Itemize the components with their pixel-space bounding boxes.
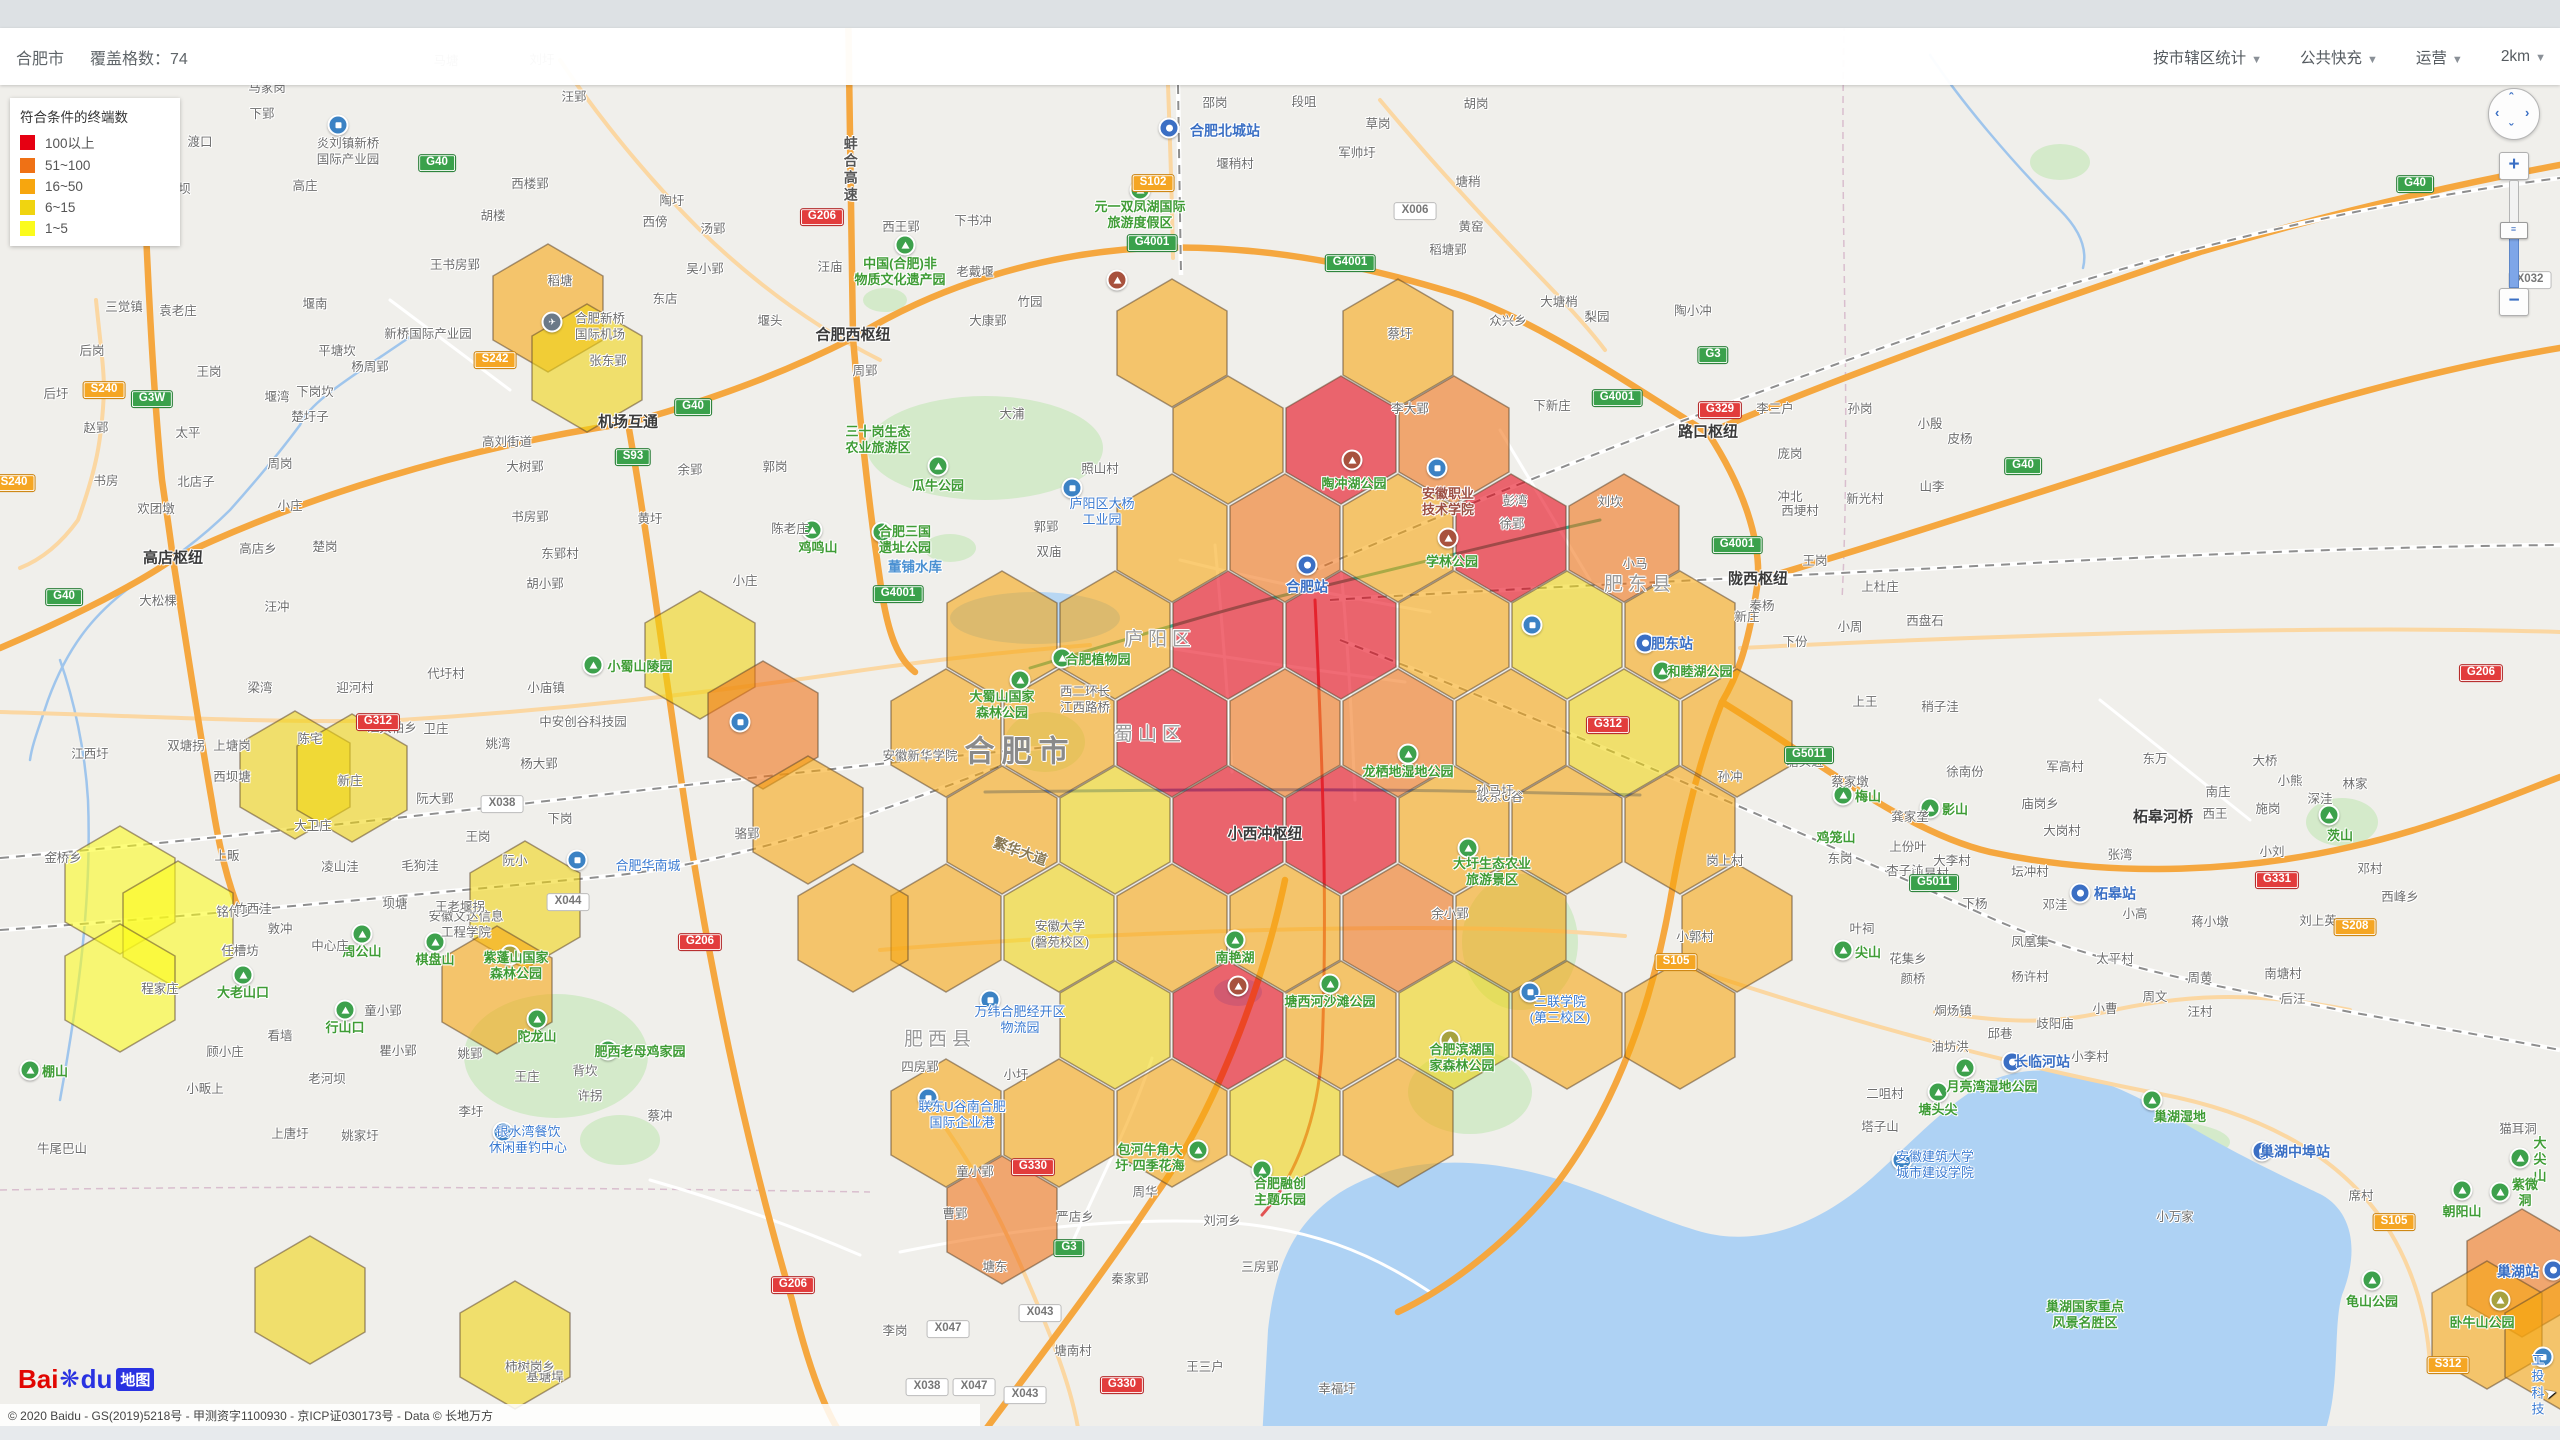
chevron-down-icon: ▼ xyxy=(2452,54,2463,66)
toolbar-menu-3[interactable]: 2km ▼ xyxy=(2501,48,2546,66)
window-bottom-strip xyxy=(0,1426,2560,1440)
menu-label: 2km xyxy=(2501,48,2530,65)
pan-left-icon[interactable]: ‹ xyxy=(2495,105,2499,120)
copyright-bar: © 2020 Baidu - GS(2019)5218号 - 甲测资字11009… xyxy=(0,1404,980,1426)
chevron-down-icon: ▼ xyxy=(2367,54,2378,66)
park-area[interactable] xyxy=(867,396,1103,500)
map-canvas[interactable] xyxy=(0,0,2560,1440)
zoom-in-button[interactable]: + xyxy=(2499,152,2529,180)
window-top-strip xyxy=(0,0,2560,28)
legend-item-0: 100以上 xyxy=(20,132,170,152)
legend-swatch xyxy=(20,179,35,194)
legend-swatch xyxy=(20,200,35,215)
toolbar-menu-1[interactable]: 公共快充 ▼ xyxy=(2300,46,2378,68)
toolbar-menus: 按市辖区统计 ▼ 公共快充 ▼ 运营 ▼ 2km ▼ xyxy=(2153,28,2546,85)
chevron-down-icon: ▼ xyxy=(2251,54,2262,66)
legend-swatch xyxy=(20,158,35,173)
legend-rows: 100以上 51~100 16~50 6~15 1~5 xyxy=(20,132,170,236)
legend-swatch xyxy=(20,221,35,236)
baidu-logo[interactable]: Bai ❋ du 地图 xyxy=(18,1364,154,1395)
pan-up-icon[interactable]: ˆ xyxy=(2509,90,2513,105)
legend-swatch xyxy=(20,135,35,150)
zoom-slider-fill xyxy=(2509,232,2519,288)
coverage-value: 74 xyxy=(170,51,188,68)
legend-label: 1~5 xyxy=(45,221,68,236)
legend-item-3: 6~15 xyxy=(20,200,170,215)
toolbar-menu-2[interactable]: 运营 ▼ xyxy=(2416,46,2463,68)
legend-label: 16~50 xyxy=(45,179,83,194)
park-area[interactable] xyxy=(924,534,976,562)
pan-down-icon[interactable]: ˇ xyxy=(2509,121,2513,136)
legend-title: 符合条件的终端数 xyxy=(20,106,170,126)
park-area[interactable] xyxy=(580,1115,660,1165)
pan-control[interactable]: ˆ ˇ ‹ › xyxy=(2488,88,2540,140)
legend-item-1: 51~100 xyxy=(20,158,170,173)
map-app: 合肥市庐阳区蜀山区肥西县肥东县蚌合高速繁华大道合肥西枢纽机场互通路口枢纽陇西枢纽… xyxy=(0,0,2560,1440)
legend: 符合条件的终端数 100以上 51~100 16~50 6~15 1~5 xyxy=(10,98,180,246)
toolbar-menu-0[interactable]: 按市辖区统计 ▼ xyxy=(2153,46,2262,68)
coverage-label: 覆盖格数：74 xyxy=(90,45,188,69)
logo-map-chip: 地图 xyxy=(116,1368,154,1391)
toolbar-city-label: 合肥市 xyxy=(16,45,64,69)
copyright-text: © 2020 Baidu - GS(2019)5218号 - 甲测资字11009… xyxy=(8,1407,493,1424)
legend-item-2: 16~50 xyxy=(20,179,170,194)
zoom-slider-handle[interactable]: ≡ xyxy=(2500,222,2528,239)
toolbar: 合肥市 覆盖格数：74 按市辖区统计 ▼ 公共快充 ▼ 运营 ▼ 2km ▼ xyxy=(0,28,2560,85)
legend-label: 51~100 xyxy=(45,158,90,173)
legend-label: 6~15 xyxy=(45,200,75,215)
legend-item-4: 1~5 xyxy=(20,221,170,236)
zoom-out-button[interactable]: − xyxy=(2499,288,2529,316)
coverage-caption: 覆盖格数： xyxy=(90,51,170,68)
legend-label: 100以上 xyxy=(45,132,95,152)
menu-label: 按市辖区统计 xyxy=(2153,50,2246,67)
menu-label: 公共快充 xyxy=(2300,50,2362,67)
baidu-paw-icon: ❋ xyxy=(59,1365,79,1394)
pan-right-icon[interactable]: › xyxy=(2525,105,2529,120)
chevron-down-icon: ▼ xyxy=(2535,52,2546,64)
park-area[interactable] xyxy=(2306,798,2378,846)
park-area[interactable] xyxy=(2030,144,2090,180)
logo-bai: Bai xyxy=(18,1364,58,1395)
logo-du: du xyxy=(81,1364,113,1395)
menu-label: 运营 xyxy=(2416,50,2447,67)
